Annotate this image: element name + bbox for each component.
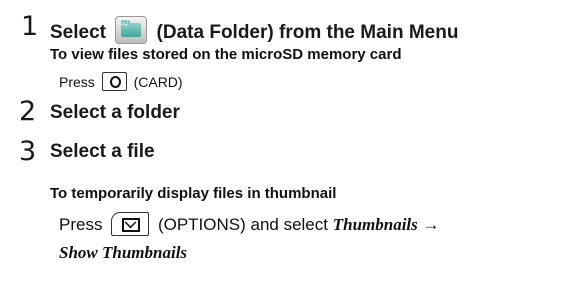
step-3-subhead: To temporarily display files in thumbnai…	[50, 185, 337, 202]
step-1-press-instruction: Press (CARD)	[59, 72, 183, 91]
step-1-press-prefix: Press	[59, 74, 95, 90]
step-3-title: Select a file	[50, 141, 155, 162]
step-1-number: 1	[21, 11, 39, 42]
step-3-press-instruction: Press (OPTIONS) and select Thumbnails →	[59, 212, 440, 236]
step-2-number: 2	[19, 96, 37, 127]
step-1-title-prefix: Select	[50, 22, 106, 43]
step-2-title: Select a folder	[50, 102, 180, 123]
thumbnails-menu-item: Thumbnails	[332, 215, 418, 234]
step-1-title: Select ♫ (Data Folder) from the Main Men…	[50, 16, 458, 44]
step-3-press-prefix: Press	[59, 215, 103, 234]
step-1-subhead: To view files stored on the microSD memo…	[50, 46, 402, 63]
options-key-icon	[111, 212, 150, 236]
step-3-press-middle: (OPTIONS) and select	[157, 215, 328, 234]
step-1-press-suffix: (CARD)	[133, 74, 183, 90]
step-3-number: 3	[19, 136, 37, 167]
data-folder-icon: ♫	[115, 16, 148, 44]
step-1-title-suffix: (Data Folder) from the Main Menu	[156, 22, 459, 43]
card-key-icon	[101, 72, 127, 91]
arrow-icon: →	[422, 215, 440, 234]
show-thumbnails-menu-item: Show Thumbnails	[59, 243, 188, 262]
